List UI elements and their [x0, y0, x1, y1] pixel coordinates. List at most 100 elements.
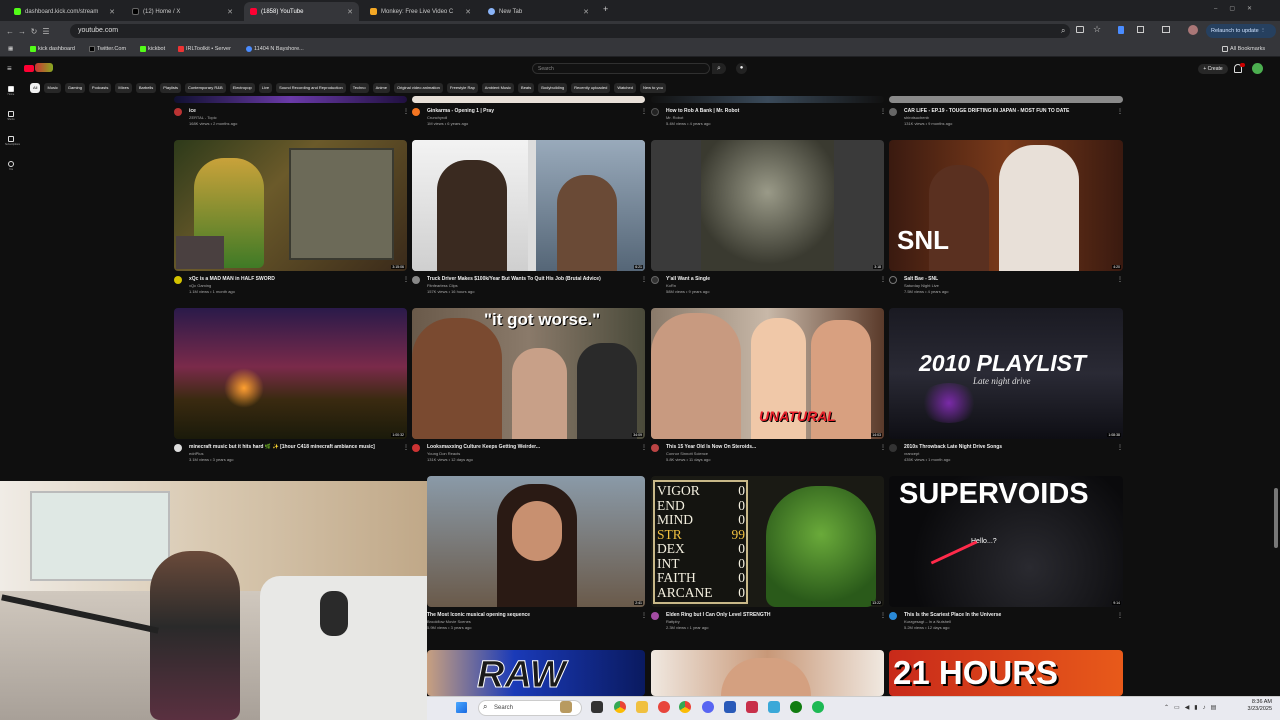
video-thumbnail[interactable] — [651, 650, 884, 696]
chip-new-to-you[interactable]: New to you — [639, 83, 666, 93]
tab-kick-dashboard[interactable]: dashboard.kick.com/stream ✕ — [8, 2, 121, 21]
more-options-icon[interactable]: ⋮ — [880, 108, 886, 115]
more-options-icon[interactable]: ⋮ — [880, 612, 886, 619]
chip-recently-uploaded[interactable]: Recently uploaded — [571, 83, 611, 93]
chip-playlists[interactable]: Playlists — [160, 83, 181, 93]
video-title[interactable]: Y'all Want a Single — [666, 276, 710, 282]
tab-youtube[interactable]: (1858) YouTube ✕ — [244, 2, 359, 21]
video-thumbnail-raw[interactable]: RAW — [427, 650, 645, 696]
video-thumbnail[interactable] — [412, 96, 645, 103]
new-tab-button[interactable]: + — [603, 4, 608, 14]
reload-icon[interactable]: ↻ — [28, 27, 40, 36]
zoom-icon[interactable]: ⌕ — [1061, 26, 1065, 36]
video-thumbnail[interactable] — [889, 96, 1123, 103]
file-explorer-icon[interactable] — [636, 701, 648, 713]
obs-icon[interactable] — [746, 701, 758, 713]
tab-new-tab[interactable]: New Tab ✕ — [482, 2, 595, 21]
app-icon[interactable] — [658, 701, 670, 713]
channel-avatar[interactable] — [651, 108, 659, 116]
create-button[interactable]: + Create — [1198, 64, 1228, 74]
youtube-logo[interactable] — [24, 65, 34, 72]
chip-freestyle-rap[interactable]: Freestyle Rap — [446, 83, 478, 93]
channel-avatar[interactable] — [651, 444, 659, 452]
close-icon[interactable]: ✕ — [109, 8, 115, 16]
chip-anime[interactable]: Anime — [372, 83, 390, 93]
address-bar[interactable]: youtube.com — [70, 24, 1070, 38]
tab-monkey[interactable]: Monkey: Free Live Video C ✕ — [364, 2, 477, 21]
chip-gaming[interactable]: Gaming — [64, 83, 85, 93]
channel-avatar[interactable] — [651, 276, 659, 284]
chip-electropop[interactable]: Electropop — [229, 83, 255, 93]
more-options-icon[interactable]: ⋮ — [880, 444, 886, 451]
chip-all[interactable]: All — [30, 83, 41, 93]
tab-x-home[interactable]: (12) Home / X ✕ — [126, 2, 239, 21]
chrome-icon[interactable] — [614, 701, 626, 713]
extensions-puzzle-icon[interactable] — [1137, 26, 1144, 33]
video-thumbnail-musical[interactable]: 2:41 — [427, 476, 645, 607]
channel-avatar[interactable] — [889, 444, 897, 452]
sidebar-item-home[interactable]: Home — [5, 86, 17, 96]
video-title[interactable]: How to Rob A Bank | Mr. Robot — [666, 108, 739, 114]
channel-avatar[interactable] — [651, 612, 659, 620]
video-thumbnail-minecraft[interactable]: 1:00:32 — [174, 308, 407, 439]
back-icon[interactable]: ← — [4, 27, 16, 36]
search-icon[interactable]: ⌕ — [712, 63, 726, 74]
video-thumbnail-supervoids[interactable]: SUPERVOIDS Hello...? 9:14 — [889, 476, 1123, 607]
sidebar-item-you[interactable]: You — [5, 161, 17, 171]
extension-icon[interactable] — [1118, 26, 1124, 34]
video-title[interactable]: ice — [189, 108, 196, 114]
more-options-icon[interactable]: ⋮ — [641, 276, 647, 283]
chrome-icon[interactable] — [679, 701, 691, 713]
system-clock[interactable]: 8:36 AM 3/23/2025 — [1210, 699, 1272, 713]
cast-icon[interactable] — [1076, 26, 1084, 33]
all-bookmarks[interactable]: All Bookmarks — [1222, 46, 1265, 52]
start-icon[interactable] — [456, 702, 467, 713]
calculator-icon[interactable] — [724, 701, 736, 713]
window-controls[interactable]: –▢✕ — [1214, 5, 1264, 12]
video-thumbnail-elden-ring[interactable]: VIGOR 0 END 0 MIND 0 STR 99 DEX 0 INT 0 FAITH 0 ARCANE… — [651, 476, 884, 607]
chip-music[interactable]: Music — [44, 83, 61, 93]
video-thumbnail[interactable] — [174, 96, 407, 103]
bookmark-apps-icon[interactable]: ▦ — [8, 46, 13, 52]
video-title[interactable]: Looksmaxxing Culture Keeps Getting Weird… — [427, 444, 540, 450]
bookmark-kick-dashboard[interactable]: kick dashboard — [30, 46, 75, 52]
channel-avatar[interactable] — [174, 444, 182, 452]
more-options-icon[interactable]: ⋮ — [403, 444, 409, 451]
video-title[interactable]: Ginkarma - Opening 1 | Pray — [427, 108, 494, 114]
video-thumbnail-korn[interactable]: 3:18 — [651, 140, 884, 271]
search-highlight-icon[interactable] — [560, 701, 572, 713]
video-thumbnail-xqc[interactable]: 3:15:06 — [174, 140, 407, 271]
more-options-icon[interactable]: ⋮ — [1117, 444, 1123, 451]
chip-live[interactable]: Live — [258, 83, 273, 93]
close-icon[interactable]: ✕ — [227, 8, 233, 16]
more-options-icon[interactable]: ⋮ — [1117, 108, 1123, 115]
relaunch-button[interactable]: Relaunch to update ⋮ — [1206, 24, 1276, 38]
close-icon[interactable]: ✕ — [347, 8, 353, 16]
video-thumbnail-playlist[interactable]: 2010 PLAYLIST Late night drive 1:08:38 — [889, 308, 1123, 439]
more-options-icon[interactable]: ⋮ — [1117, 612, 1123, 619]
video-title[interactable]: Elden Ring but I Can Only Level STRENGTH — [666, 612, 770, 618]
app-icon[interactable] — [768, 701, 780, 713]
video-title[interactable]: This 15 Year Old Is Now On Steroids... — [666, 444, 756, 450]
chip-mixes[interactable]: Mixes — [115, 83, 132, 93]
more-options-icon[interactable]: ⋮ — [403, 276, 409, 283]
search-input[interactable]: Search — [532, 63, 710, 74]
channel-avatar[interactable] — [412, 108, 420, 116]
channel-avatar[interactable] — [412, 444, 420, 452]
video-title[interactable]: This Is the Scariest Place In the Univer… — [904, 612, 1001, 618]
channel-avatar[interactable] — [889, 612, 897, 620]
more-options-icon[interactable]: ⋮ — [403, 108, 409, 115]
video-thumbnail-21-hours[interactable]: 21 HOURS — [889, 650, 1123, 696]
chip-podcasts[interactable]: Podcasts — [88, 83, 112, 93]
video-title[interactable]: minecraft music but it hits hard 🌿 ✨ [1h… — [189, 444, 375, 450]
sidebar-item-shorts[interactable]: Shorts — [5, 111, 17, 121]
more-options-icon[interactable]: ⋮ — [880, 276, 886, 283]
chip-contemporary-r-b[interactable]: Contemporary R&B — [184, 83, 226, 93]
video-title[interactable]: xQc is a MAD MAN in HALF SWORD — [189, 276, 275, 282]
page-scrollbar[interactable] — [1274, 488, 1278, 548]
chip-original-video-animation[interactable]: Original video animation — [393, 83, 443, 93]
chip-watched[interactable]: Watched — [614, 83, 636, 93]
chip-sound-recording-and-reproduction[interactable]: Sound Recording and Reproduction — [276, 83, 346, 93]
chip-barbells[interactable]: Barbells — [135, 83, 157, 93]
chip-bodybuilding[interactable]: Bodybuilding — [538, 83, 568, 93]
